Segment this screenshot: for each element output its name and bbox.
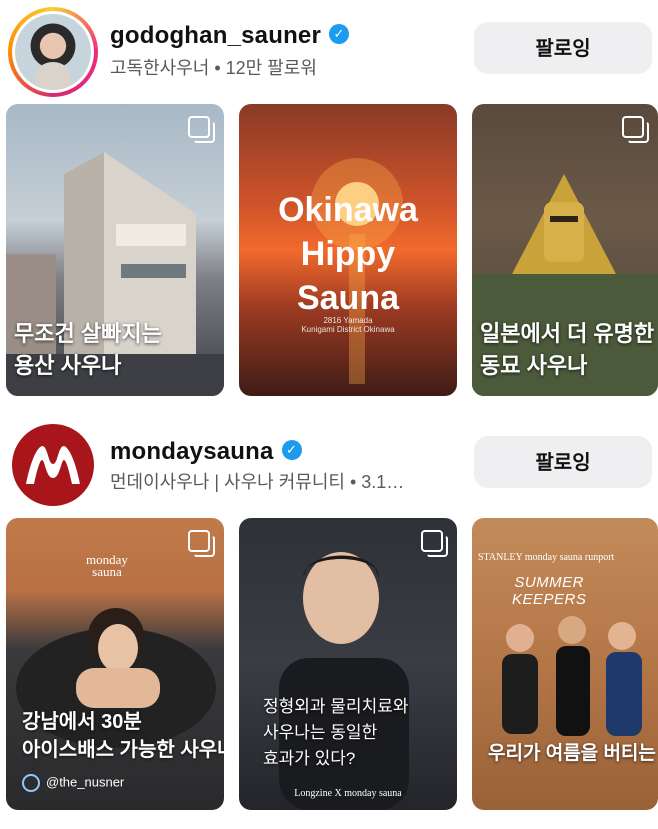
post-caption: 무조건 살빠지는 용산 사우나: [14, 321, 162, 378]
carousel-icon: [188, 530, 215, 557]
following-button[interactable]: 팔로잉: [474, 436, 652, 488]
account-subtitle: 먼데이사우나 | 사우나 커뮤니티 • 3.1…: [110, 472, 405, 492]
verified-badge-icon: ✓: [281, 439, 302, 460]
post-location-note: 2816 Yamada Kunigami District Okinawa: [301, 316, 395, 334]
post-caption: 우리가 여름을 버티는: [488, 743, 658, 764]
carousel-icon: [188, 116, 215, 143]
mondaysauna-logo-icon: [26, 446, 80, 484]
post-footer-brands: Longzine X monday sauna: [294, 788, 402, 799]
post-thumbnail[interactable]: 무조건 살빠지는 용산 사우나: [6, 104, 224, 396]
post-caption: 정형외과 물리치료와 사우나는 동일한 효과가 있다?: [263, 697, 409, 768]
account-subtitle: 고독한사우너 • 12만 팔로워: [110, 58, 317, 78]
username-row[interactable]: mondaysauna ✓: [110, 438, 302, 466]
post-title: Okinawa Hippy Sauna: [278, 191, 418, 317]
post-thumbnail[interactable]: 일본에서 더 유명한 동묘 사우나: [472, 104, 658, 396]
post-thumbnail[interactable]: STANLEY monday sauna runport SUMMER KEEP…: [472, 518, 658, 810]
post-caption: 일본에서 더 유명한 동묘 사우나: [480, 321, 655, 378]
post-thumbnail[interactable]: 정형외과 물리치료와 사우나는 동일한 효과가 있다? Longzine X m…: [239, 518, 457, 810]
carousel-icon: [622, 116, 649, 143]
carousel-icon: [421, 530, 448, 557]
username[interactable]: godoghan_sauner: [110, 22, 321, 49]
following-button[interactable]: 팔로잉: [474, 22, 652, 74]
brand-watermark: monday sauna: [86, 552, 128, 579]
username-row[interactable]: godoghan_sauner ✓: [110, 22, 350, 50]
verified-badge-icon: ✓: [329, 23, 350, 44]
account-card-mondaysauna: mondaysauna ✓ 먼데이사우나 | 사우나 커뮤니티 • 3.1… 팔로…: [0, 412, 658, 829]
brand-logos: STANLEY monday sauna runport: [478, 552, 615, 563]
account-card-godoghan: godoghan_sauner ✓ 고독한사우너 • 12만 팔로워 팔로잉 무조…: [0, 0, 658, 410]
campaign-title: SUMMER KEEPERS: [512, 574, 587, 608]
post-caption: 강남에서 30분 아이스배스 가능한 사우나: [22, 711, 224, 761]
photo-credit: @the_nusner: [22, 774, 124, 792]
username[interactable]: mondaysauna: [110, 438, 274, 465]
credit-handle: @the_nusner: [46, 774, 125, 790]
avatar[interactable]: [12, 424, 94, 506]
post-thumbnail[interactable]: Okinawa Hippy Sauna 2816 Yamada Kunigami…: [239, 104, 457, 396]
threads-icon: [22, 774, 40, 792]
post-thumbnail[interactable]: monday sauna 강남에서 30분 아이스배스 가능한 사우나 @the…: [6, 518, 224, 810]
avatar-story-ring[interactable]: [8, 7, 98, 97]
avatar: [15, 14, 91, 90]
